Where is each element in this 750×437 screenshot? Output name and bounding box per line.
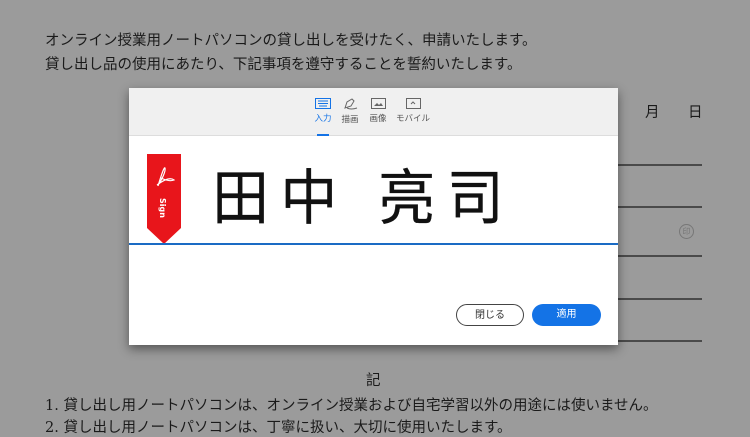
sign-tag-label: Sign (158, 198, 167, 218)
item-1: 1. 貸し出し用ノートパソコンは、オンライン授業および自宅学習以外の用途には使い… (45, 398, 658, 414)
keyboard-icon (315, 98, 331, 109)
tab-label: 描画 (341, 115, 359, 125)
dialog-tabs: 入力 描画 画像 モバイル (129, 88, 618, 136)
apply-button[interactable]: 適用 (532, 304, 601, 326)
pen-draw-icon (344, 98, 358, 110)
signature-baseline (129, 243, 618, 245)
close-button[interactable]: 閉じる (456, 304, 524, 326)
tab-label: 画像 (369, 114, 387, 124)
adobe-sign-tag: Sign (147, 154, 181, 244)
form-line (618, 164, 702, 166)
image-icon (370, 98, 386, 109)
intro-line-1: オンライン授業用ノートパソコンの貸し出しを受けたく、申請いたします。 (45, 33, 537, 49)
signature-dialog: 入力 描画 画像 モバイル Sign 田中 亮司 閉じる 適用 (129, 88, 618, 345)
ki-heading: 記 (366, 373, 381, 389)
month-label: 月 (645, 105, 660, 121)
item-2: 2. 貸し出し用ノートパソコンは、丁寧に扱い、大切に使用いたします。 (45, 420, 512, 436)
tab-mobile[interactable]: モバイル (391, 98, 435, 124)
tab-label: モバイル (395, 114, 430, 124)
tab-label: 入力 (314, 114, 332, 124)
day-label: 日 (688, 105, 703, 121)
form-line (618, 255, 702, 257)
mobile-icon (405, 98, 421, 109)
form-line (618, 206, 702, 208)
form-line (618, 340, 702, 342)
form-line (618, 298, 702, 300)
intro-line-2: 貸し出し品の使用にあたり、下記事項を遵守することを誓約いたします。 (45, 57, 522, 73)
signature-text: 田中 亮司 (211, 164, 516, 234)
seal-mark: 印 (679, 224, 694, 239)
